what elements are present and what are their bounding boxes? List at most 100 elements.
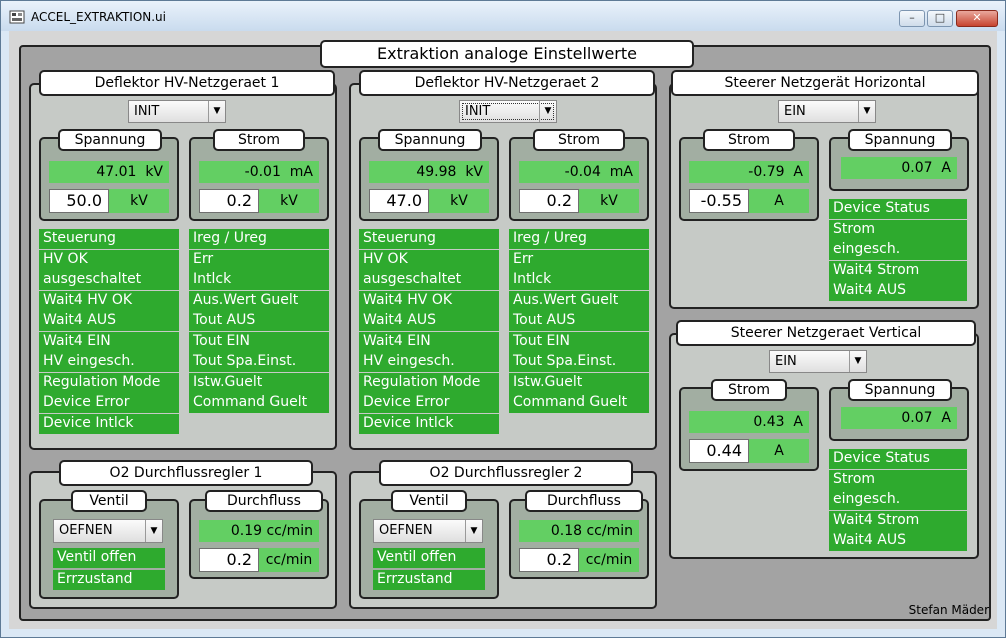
steerer-h-spannung-title: Spannung (848, 129, 952, 151)
steerer-v-spannung-readback-unit: A (941, 410, 951, 426)
steerer-v-spannung-readback: 0.07 A (841, 407, 957, 429)
o2-1-durchfluss-readback-unit: cc/min (266, 523, 313, 539)
hv2-title: Deflektor HV-Netzgeraet 2 (359, 70, 655, 96)
hv1-mode-value: INIT (134, 104, 160, 119)
steerer-h-spannung-readback-unit: A (941, 160, 951, 176)
steerer-v-strom-setpoint-input[interactable]: 0.44 (689, 439, 749, 463)
hv1-status-left: HV OK (39, 250, 179, 270)
chevron-down-icon: ▼ (849, 351, 866, 372)
hv2-spannung-readback-value: 49.98 (416, 164, 457, 180)
o2-2-ventil-status: Ventil offen (373, 548, 485, 568)
hv1-strom-readback: -0.01 mA (199, 161, 319, 183)
hv2-status-right: Tout EIN (509, 332, 649, 352)
steerer-v-strom-title: Strom (711, 379, 787, 401)
minimize-button[interactable]: – (899, 10, 925, 27)
hv1-status-left: Wait4 HV OK (39, 291, 179, 311)
hv2-status-left: Device Error (359, 393, 499, 413)
o2-1-ventil-title: Ventil (71, 490, 147, 512)
chevron-down-icon: ▼ (208, 101, 225, 122)
steerer-v-title: Steerer Netzgeraet Vertical (676, 320, 976, 346)
steerer-h-strom-readback-value: -0.79 (748, 164, 785, 180)
hv1-status-left: Wait4 EIN (39, 332, 179, 352)
hv1-status-left: Steuerung (39, 229, 179, 249)
steerer-h-status: Strom (829, 220, 967, 240)
steerer-h-status: Device Status (829, 199, 967, 219)
o2-1-title: O2 Durchflussregler 1 (59, 460, 313, 486)
o2-1-durchfluss-readback: 0.19 cc/min (199, 520, 319, 542)
steerer-v-strom-readback-value: 0.43 (753, 414, 785, 430)
steerer-h-strom-readback: -0.79 A (689, 161, 809, 183)
hv2-spannung-setpoint-input[interactable]: 47.0 (369, 189, 429, 213)
hv2-strom-setpoint-input[interactable]: 0.2 (519, 189, 579, 213)
o2-1-ventil-status: Errzustand (53, 570, 165, 590)
o2-2-durchfluss-title: Durchfluss (525, 490, 643, 512)
steerer-h-spannung-readback-value: 0.07 (901, 160, 933, 176)
hv2-status-right: Aus.Wert Guelt (509, 291, 649, 311)
hv1-status-right: Tout Spa.Einst. (189, 352, 329, 372)
steerer-v-status: Device Status (829, 449, 967, 469)
maximize-button[interactable]: □ (927, 10, 953, 27)
hv1-spannung-setpoint-input[interactable]: 50.0 (49, 189, 109, 213)
hv2-status-left: Device Intlck (359, 414, 499, 434)
hv1-status-left: HV eingesch. (39, 352, 179, 372)
main-title: Extraktion analoge Einstellwerte (320, 40, 694, 68)
hv2-status-right: Err (509, 250, 649, 270)
steerer-v-mode-value: EIN (775, 354, 797, 369)
hv1-status-left: ausgeschaltet (39, 270, 179, 290)
hv2-status-right: Tout AUS (509, 311, 649, 331)
steerer-v-mode-combo[interactable]: EIN ▼ (769, 350, 867, 373)
o2-2-ventil-combo[interactable]: OEFNEN ▼ (373, 519, 483, 543)
steerer-v-status: Wait4 AUS (829, 531, 967, 551)
author-label: Stefan Mäder (908, 603, 989, 617)
steerer-h-status: eingesch. (829, 240, 967, 260)
steerer-h-mode-combo[interactable]: EIN ▼ (778, 100, 876, 123)
o2-1-ventil-combo[interactable]: OEFNEN ▼ (53, 519, 163, 543)
o2-1-durchfluss-setpoint-input[interactable]: 0.2 (199, 548, 259, 572)
steerer-h-strom-setpoint-input[interactable]: -0.55 (689, 189, 749, 213)
steerer-v-strom-set-unit: A (749, 439, 809, 463)
steerer-v-spannung-title: Spannung (848, 379, 952, 401)
hv1-status-right: Aus.Wert Guelt (189, 291, 329, 311)
steerer-h-status: Wait4 Strom (829, 261, 967, 281)
o2-2-durchfluss-set-unit: cc/min (579, 548, 639, 572)
hv2-spannung-readback-unit: kV (465, 164, 483, 180)
chevron-down-icon: ▼ (539, 101, 556, 122)
steerer-h-strom-title: Strom (703, 129, 795, 151)
client-area: Deflektor HV-Netzgeraet 1 INIT ▼ Spannun… (9, 31, 997, 629)
o2-1-durchfluss-readback-value: 0.19 (230, 523, 263, 539)
hv1-spannung-title: Spannung (58, 129, 162, 151)
o2-2-title: O2 Durchflussregler 2 (379, 460, 633, 486)
steerer-h-title: Steerer Netzgerät Horizontal (671, 70, 979, 96)
steerer-h-mode-value: EIN (784, 104, 806, 119)
hv1-spannung-readback-value: 47.01 (96, 164, 137, 180)
hv1-strom-readback-value: -0.01 (244, 164, 281, 180)
steerer-v-strom-readback: 0.43 A (689, 411, 809, 433)
hv2-status-left: Regulation Mode (359, 373, 499, 393)
app-window: ACCEL_EXTRAKTION.ui – □ ✕ Deflektor HV-N… (0, 0, 1006, 638)
hv2-spannung-readback: 49.98 kV (369, 161, 489, 183)
hv1-status-left: Device Intlck (39, 414, 179, 434)
hv1-status-left: Regulation Mode (39, 373, 179, 393)
title-bar[interactable]: ACCEL_EXTRAKTION.ui – □ ✕ (1, 1, 1005, 31)
hv2-spannung-set-unit: kV (429, 189, 489, 213)
steerer-h-spannung-readback: 0.07 A (841, 157, 957, 179)
hv2-strom-readback: -0.04 mA (519, 161, 639, 183)
hv2-strom-set-unit: kV (579, 189, 639, 213)
hv1-strom-setpoint-input[interactable]: 0.2 (199, 189, 259, 213)
hv1-status-right: Command Guelt (189, 393, 329, 413)
hv1-status-right: Tout EIN (189, 332, 329, 352)
hv2-status-right: Intlck (509, 270, 649, 290)
hv1-status-right: Tout AUS (189, 311, 329, 331)
steerer-v-status: Wait4 Strom (829, 511, 967, 531)
chevron-down-icon: ▼ (465, 520, 482, 542)
hv2-status-right: Istw.Guelt (509, 373, 649, 393)
close-button[interactable]: ✕ (956, 10, 998, 27)
hv1-spannung-readback: 47.01 kV (49, 161, 169, 183)
o2-2-durchfluss-setpoint-input[interactable]: 0.2 (519, 548, 579, 572)
o2-2-ventil-title: Ventil (391, 490, 467, 512)
hv2-mode-combo[interactable]: INIT ▼ (459, 100, 557, 123)
o2-1-durchfluss-title: Durchfluss (205, 490, 323, 512)
hv1-mode-combo[interactable]: INIT ▼ (128, 100, 226, 123)
window-title: ACCEL_EXTRAKTION.ui (31, 10, 166, 24)
hv2-status-left: Wait4 HV OK (359, 291, 499, 311)
